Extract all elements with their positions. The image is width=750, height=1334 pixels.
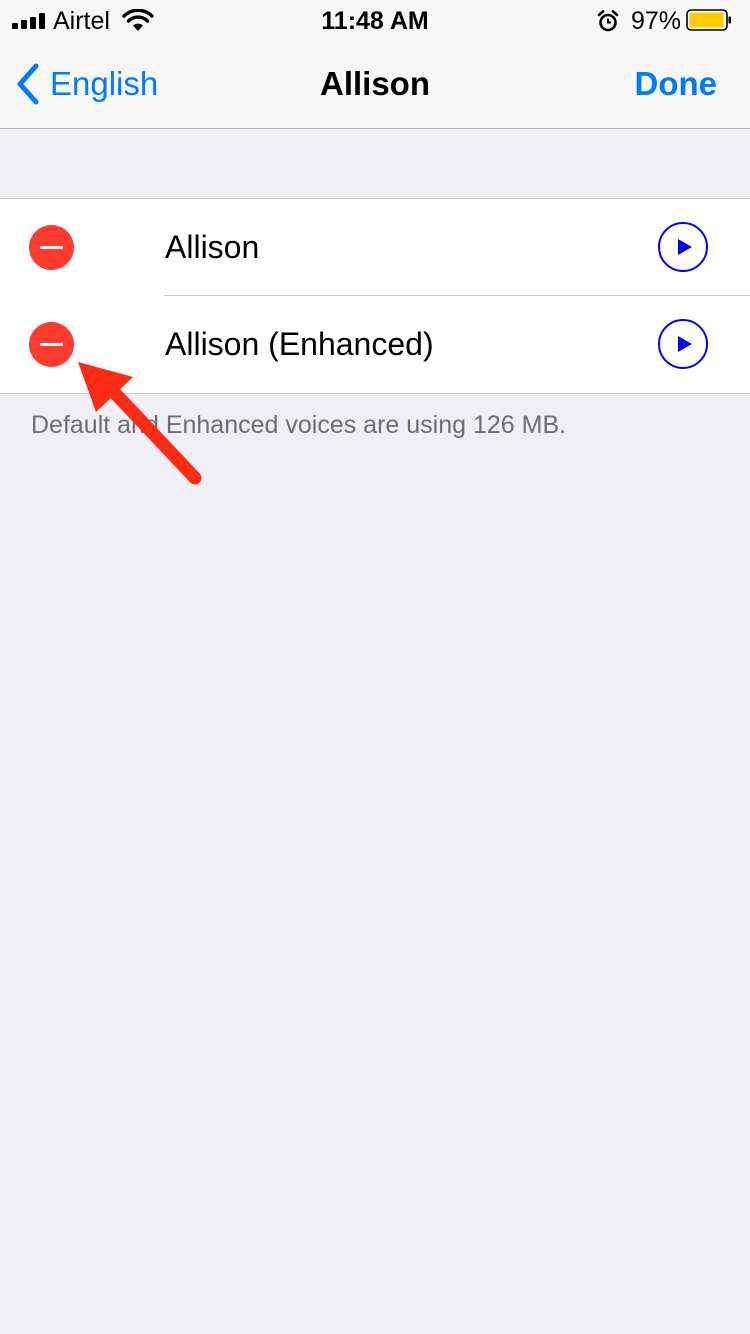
status-bar: Airtel 11:48 AM 97% [0,0,750,40]
alarm-icon [597,10,619,32]
battery-percent: 97% [631,7,682,35]
voice-list: Allison Allison (Enhanced) [0,198,750,394]
done-button[interactable]: Done [635,62,718,106]
storage-usage-note: Default and Enhanced voices are using 12… [31,411,567,439]
minus-icon [40,343,63,346]
play-icon [678,336,692,352]
voice-name: Allison [165,229,260,265]
delete-voice-button[interactable] [29,225,74,270]
voice-row-allison-enhanced: Allison (Enhanced) [0,295,750,393]
voice-name: Allison (Enhanced) [165,326,434,362]
navigation-bar: English Allison Done [0,40,750,129]
play-icon [678,239,692,255]
battery-icon [686,9,731,31]
delete-voice-button[interactable] [29,322,74,367]
voice-row-allison: Allison [0,199,750,296]
play-sample-button[interactable] [658,319,708,369]
minus-icon [40,246,63,249]
play-sample-button[interactable] [658,222,708,272]
